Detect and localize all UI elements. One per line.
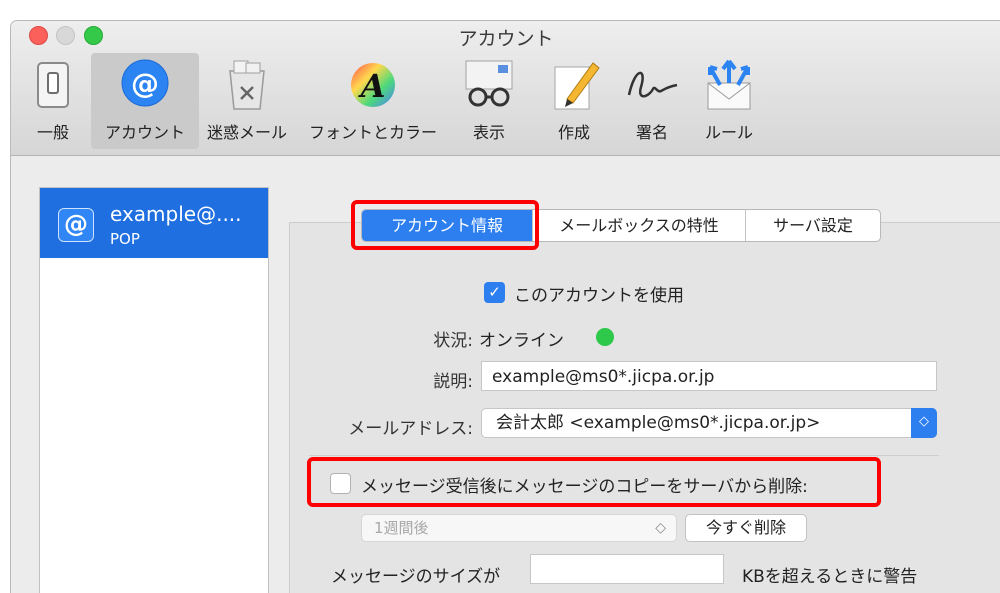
highlight-box-tab	[351, 200, 539, 250]
account-type: POP	[110, 230, 140, 248]
account-settings-content: @ example@.... POP アカウント情報 メールボックスの特性 サー…	[11, 156, 1000, 593]
email-address-popup[interactable]: 会計太郎 <example@ms0*.jicpa.or.jp> ◇	[481, 408, 937, 438]
delete-now-button[interactable]: 今すぐ削除	[685, 514, 807, 542]
toolbar-label: 迷惑メール	[206, 123, 287, 142]
status-indicator	[596, 328, 614, 346]
account-name: example@....	[110, 202, 242, 226]
window-title: アカウント	[458, 28, 554, 50]
at-sign-icon: @	[121, 59, 169, 107]
delete-period-popup[interactable]: 1週間後 ◇	[361, 514, 677, 542]
preferences-window: アカウント 一般 @ アカウント 迷惑メール A フォントとカラー 表示 作成 …	[10, 20, 1000, 593]
email-address-value: 会計太郎 <example@ms0*.jicpa.or.jp>	[496, 413, 821, 433]
size-warning-label-suffix: KBを超えるときに警告	[742, 567, 918, 587]
chevron-updown-icon: ◇	[911, 408, 937, 438]
toolbar-rules[interactable]: ルール	[693, 53, 765, 149]
delete-after-receive-label: メッセージ受信後にメッセージのコピーをサーバから削除:	[361, 477, 808, 497]
general-switch-icon	[37, 62, 69, 108]
toolbar-label: 表示	[472, 123, 505, 142]
toolbar-label: 署名	[635, 123, 668, 142]
signature-icon	[627, 71, 678, 98]
toolbar-label: アカウント	[104, 123, 185, 142]
rules-envelope-icon	[707, 59, 751, 110]
toolbar-general[interactable]: 一般	[15, 53, 91, 149]
svg-text:A: A	[358, 67, 386, 105]
tab-server-settings[interactable]: サーバ設定	[745, 210, 880, 241]
chevron-updown-icon: ◇	[655, 520, 666, 536]
toolbar-signatures[interactable]: 署名	[619, 53, 685, 149]
email-address-label: メールアドレス:	[348, 419, 473, 439]
toolbar-label: 作成	[557, 123, 590, 142]
divider	[309, 455, 939, 456]
account-list: @ example@.... POP	[39, 187, 269, 593]
glasses-icon	[465, 60, 513, 107]
junk-mail-bin-icon	[229, 60, 265, 110]
account-list-item[interactable]: @ example@.... POP	[40, 188, 268, 258]
delete-period-value: 1週間後	[374, 519, 429, 537]
size-warning-label-prefix: メッセージのサイズが	[331, 567, 501, 587]
toolbar-view[interactable]: 表示	[451, 53, 527, 149]
enable-account-checkbox[interactable]: ✓	[484, 282, 505, 303]
status-label: 状況:	[433, 331, 473, 351]
description-label: 説明:	[433, 372, 473, 392]
status-value: オンライン	[479, 331, 564, 351]
font-color-icon: A	[351, 63, 395, 107]
at-sign-icon: @	[58, 208, 94, 242]
svg-text:@: @	[131, 67, 159, 100]
delete-after-receive-checkbox[interactable]	[330, 473, 351, 494]
title-bar: アカウント 一般 @ アカウント 迷惑メール A フォントとカラー 表示 作成 …	[11, 21, 1000, 156]
pencil-icon	[554, 62, 600, 110]
toolbar-label: ルール	[704, 123, 753, 142]
tab-mailbox-behaviors[interactable]: メールボックスの特性	[532, 210, 745, 241]
size-limit-field[interactable]	[530, 554, 724, 584]
toolbar-label: 一般	[36, 123, 69, 142]
toolbar-label: フォントとカラー	[308, 123, 437, 142]
description-field[interactable]: example@ms0*.jicpa.or.jp	[481, 361, 937, 391]
toolbar-fonts-colors[interactable]: A フォントとカラー	[295, 53, 451, 149]
toolbar-compose[interactable]: 作成	[541, 53, 607, 149]
toolbar-accounts[interactable]: @ アカウント	[91, 53, 199, 149]
toolbar-junk[interactable]: 迷惑メール	[199, 53, 295, 149]
enable-account-label: このアカウントを使用	[514, 286, 684, 306]
